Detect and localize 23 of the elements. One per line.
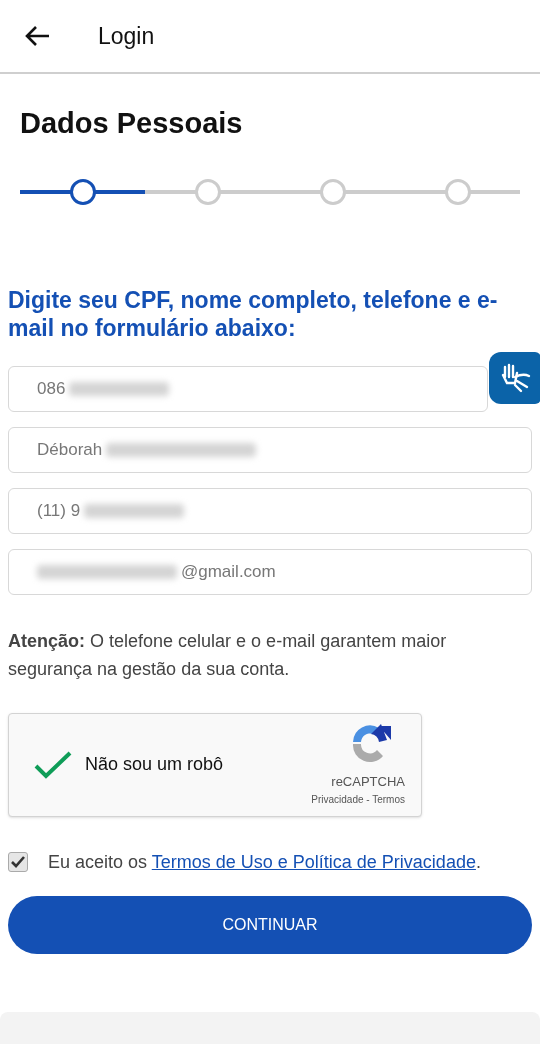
back-arrow-icon[interactable] bbox=[24, 25, 50, 47]
recaptcha-links[interactable]: Privacidade - Termos bbox=[311, 791, 405, 807]
header-title: Login bbox=[98, 21, 155, 51]
field-value: 086 bbox=[37, 377, 66, 400]
notice-text: Atenção: O telefone celular e o e-mail garantem maior segurança na gestão da sua conta. bbox=[7, 629, 448, 681]
input-field[interactable]: @gmail.com bbox=[8, 548, 532, 595]
page-title: Dados Pessoais bbox=[20, 106, 244, 141]
field-value: Déborah bbox=[37, 438, 103, 461]
input-field[interactable]: (11) 9 bbox=[8, 487, 532, 534]
captcha-label: Não sou um robô bbox=[85, 753, 225, 776]
continue-button[interactable]: CONTINUAR bbox=[8, 895, 532, 954]
terms-link[interactable]: Termos de Uso e Política de Privacidade bbox=[151, 851, 476, 872]
field-value: @gmail.com bbox=[181, 560, 276, 583]
instruction-text: Digite seu CPF, nome completo, telefone e e-mail no formulário abaixo: bbox=[7, 285, 499, 342]
input-field[interactable]: 086 bbox=[8, 365, 488, 412]
sign-language-button[interactable] bbox=[489, 352, 540, 404]
hands-icon bbox=[499, 363, 531, 393]
terms-checkbox[interactable] bbox=[8, 852, 28, 872]
field-value: (11) 9 bbox=[37, 499, 81, 522]
recaptcha-brand: reCAPTCHA bbox=[331, 773, 405, 792]
input-field[interactable]: Déborah bbox=[8, 426, 532, 473]
terms-text: Eu aceito os Termos de Uso e Política de Privacidade. bbox=[48, 850, 481, 874]
check-icon[interactable] bbox=[33, 749, 73, 780]
